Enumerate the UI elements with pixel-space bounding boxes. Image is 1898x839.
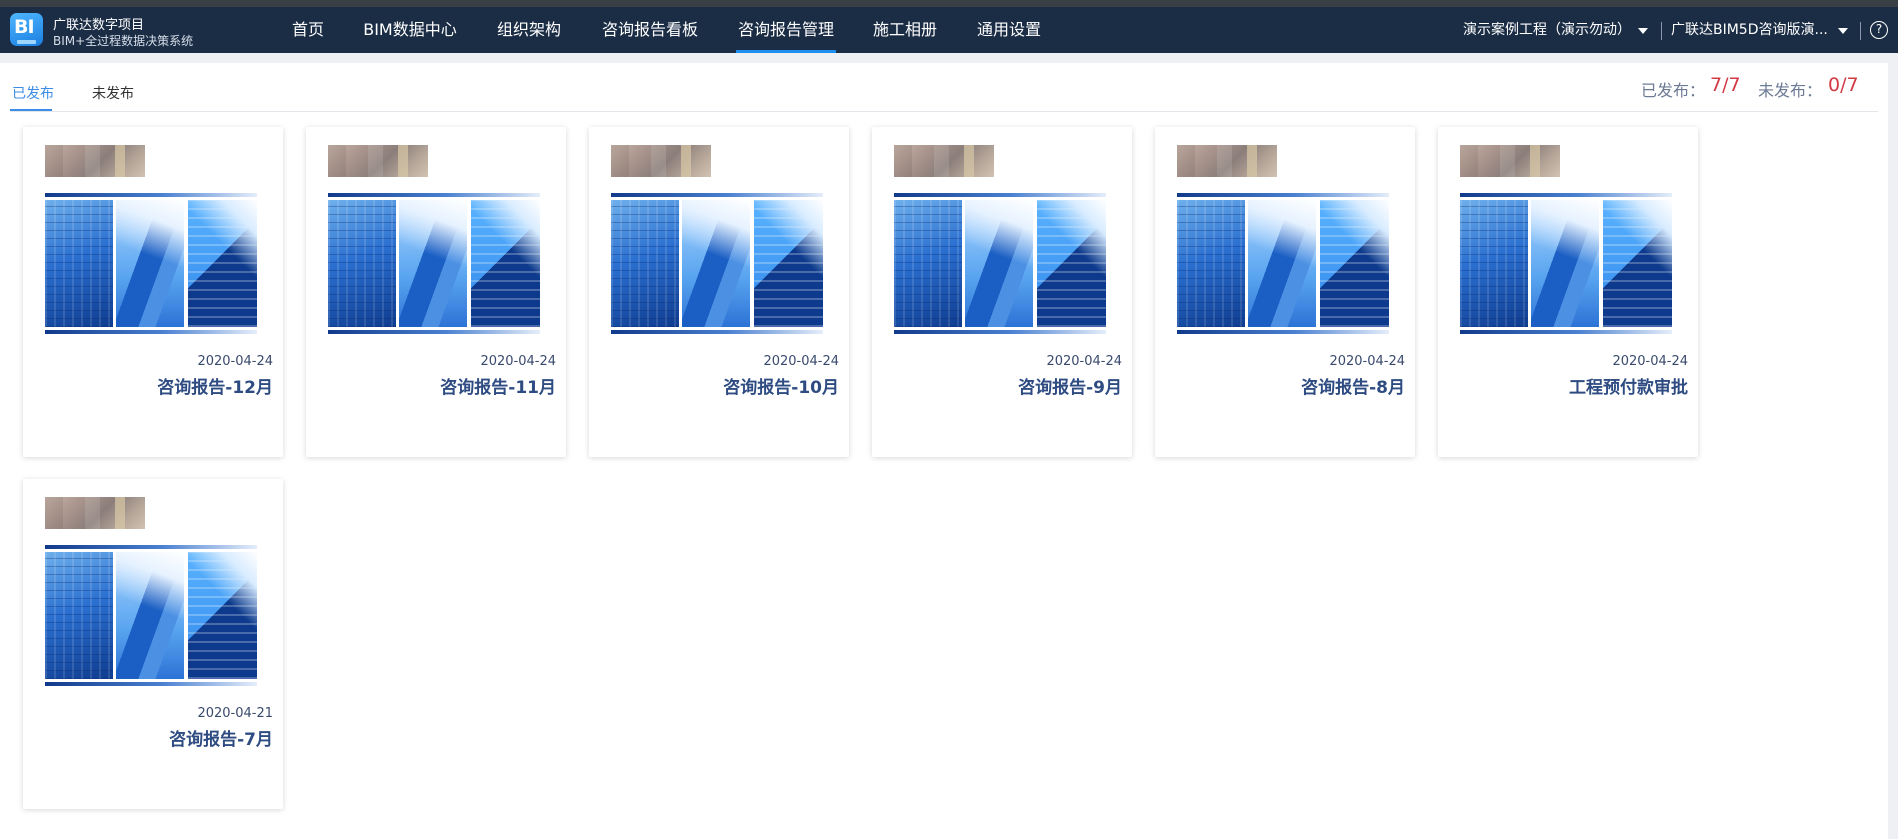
- nav-report-dashboard[interactable]: 咨询报告看板: [600, 7, 700, 53]
- report-card[interactable]: 2020-04-24 咨询报告-11月: [306, 127, 566, 457]
- report-title: 咨询报告-12月: [157, 378, 273, 398]
- chevron-down-icon[interactable]: [1638, 28, 1648, 34]
- unpublished-count-value: 0/7: [1828, 74, 1859, 96]
- cover-image-panel: [1037, 200, 1106, 327]
- page-scrollbar[interactable]: [1888, 53, 1898, 839]
- project-selector[interactable]: 演示案例工程（演示勿动）: [1463, 7, 1631, 53]
- nav-general-settings[interactable]: 通用设置: [975, 7, 1043, 53]
- cover-thumbnail: [1460, 145, 1560, 177]
- cover-image-panel: [45, 552, 113, 679]
- published-count-value: 7/7: [1710, 74, 1741, 96]
- logo-text: BI: [14, 16, 35, 38]
- report-date: 2020-04-24: [1329, 354, 1405, 369]
- divider: [1860, 22, 1861, 40]
- cover-frame-bottom: [611, 330, 823, 334]
- divider: [1661, 22, 1662, 40]
- tabs-divider: [10, 111, 1878, 112]
- cover-frame-top: [611, 193, 823, 197]
- report-title: 咨询报告-10月: [723, 378, 839, 398]
- cover-thumbnail: [328, 145, 428, 177]
- cover-frame-top: [45, 545, 257, 549]
- cover-thumbnail: [45, 497, 145, 529]
- cover-frame-bottom: [45, 682, 257, 686]
- report-card[interactable]: 2020-04-24 工程预付款审批: [1438, 127, 1698, 457]
- report-card[interactable]: 2020-04-24 咨询报告-8月: [1155, 127, 1415, 457]
- report-title: 咨询报告-11月: [440, 378, 556, 398]
- window-top-strip: [0, 0, 1898, 7]
- published-count-label: 已发布：: [1641, 81, 1706, 100]
- report-date: 2020-04-24: [197, 354, 273, 369]
- cover-image-panel: [45, 200, 113, 327]
- cover-frame-top: [45, 193, 257, 197]
- cover-frame-top: [1460, 193, 1672, 197]
- cover-image-panel: [471, 200, 540, 327]
- cover-image-panel: [1177, 200, 1245, 327]
- cover-image-panel: [328, 200, 396, 327]
- help-icon[interactable]: ?: [1870, 21, 1888, 39]
- report-date: 2020-04-24: [480, 354, 556, 369]
- nav-home[interactable]: 首页: [290, 7, 326, 53]
- active-tab-indicator: [10, 109, 52, 111]
- nav-report-management[interactable]: 咨询报告管理: [736, 7, 836, 53]
- nav-construction-album[interactable]: 施工相册: [872, 7, 938, 53]
- version-selector[interactable]: 广联达BIM5D咨询版演...: [1671, 7, 1828, 53]
- cover-image-panel: [1603, 200, 1672, 327]
- top-navbar: BI 广联达数字项目 BIM+全过程数据决策系统 首页 BIM数据中心 组织架构…: [0, 7, 1898, 53]
- report-title: 工程预付款审批: [1569, 378, 1688, 398]
- cover-image-panel: [965, 200, 1033, 327]
- chevron-down-icon[interactable]: [1838, 28, 1848, 34]
- cover-frame-top: [894, 193, 1106, 197]
- cover-frame-bottom: [1177, 330, 1389, 334]
- main-content: 已发布 未发布 已发布： 7/7 未发布： 0/7 2020-04-24 咨询报…: [0, 63, 1888, 839]
- report-date: 2020-04-24: [1046, 354, 1122, 369]
- cover-thumbnail: [1177, 145, 1277, 177]
- cover-image-panel: [188, 200, 257, 327]
- app-logo-icon[interactable]: BI: [10, 13, 43, 46]
- cover-thumbnail: [45, 145, 145, 177]
- cover-image-panel: [894, 200, 962, 327]
- cover-image-panel: [399, 200, 467, 327]
- report-date: 2020-04-24: [763, 354, 839, 369]
- report-card[interactable]: 2020-04-21 咨询报告-7月: [23, 479, 283, 809]
- cover-image-panel: [682, 200, 750, 327]
- cover-frame-bottom: [894, 330, 1106, 334]
- report-card[interactable]: 2020-04-24 咨询报告-12月: [23, 127, 283, 457]
- report-card[interactable]: 2020-04-24 咨询报告-10月: [589, 127, 849, 457]
- cover-image-panel: [116, 552, 184, 679]
- tab-unpublished[interactable]: 未发布: [92, 83, 134, 103]
- cover-image-panel: [116, 200, 184, 327]
- unpublished-count-label: 未发布：: [1758, 81, 1823, 100]
- report-card[interactable]: 2020-04-24 咨询报告-9月: [872, 127, 1132, 457]
- nav-bim-data-center[interactable]: BIM数据中心: [362, 7, 458, 53]
- cover-frame-bottom: [1460, 330, 1672, 334]
- report-title: 咨询报告-7月: [169, 730, 273, 750]
- cover-image-panel: [754, 200, 823, 327]
- cover-image-panel: [1248, 200, 1316, 327]
- cover-image-panel: [1460, 200, 1528, 327]
- cover-image-panel: [188, 552, 257, 679]
- cover-frame-top: [328, 193, 540, 197]
- app-subtitle: BIM+全过程数据决策系统: [53, 34, 194, 48]
- cover-frame-top: [1177, 193, 1389, 197]
- nav-organization[interactable]: 组织架构: [496, 7, 562, 53]
- app-title: 广联达数字项目: [53, 18, 145, 33]
- cover-frame-bottom: [328, 330, 540, 334]
- cover-thumbnail: [611, 145, 711, 177]
- report-date: 2020-04-24: [1612, 354, 1688, 369]
- report-title: 咨询报告-8月: [1301, 378, 1405, 398]
- cover-image-panel: [611, 200, 679, 327]
- report-date: 2020-04-21: [197, 706, 273, 721]
- cover-thumbnail: [894, 145, 994, 177]
- tab-published[interactable]: 已发布: [12, 83, 54, 103]
- cover-image-panel: [1531, 200, 1599, 327]
- report-title: 咨询报告-9月: [1018, 378, 1122, 398]
- cover-frame-bottom: [45, 330, 257, 334]
- cover-image-panel: [1320, 200, 1389, 327]
- logo-underline: [17, 40, 36, 44]
